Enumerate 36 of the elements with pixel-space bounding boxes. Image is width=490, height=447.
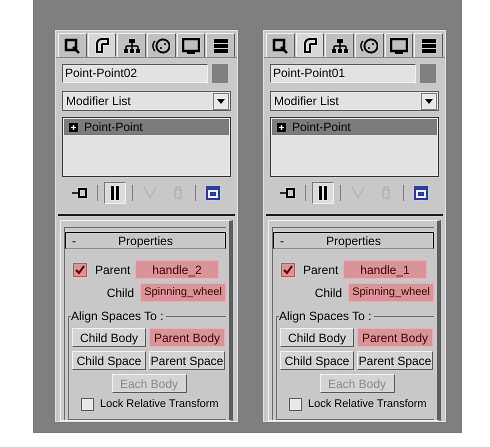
collapse-toggle[interactable]: - xyxy=(274,232,290,250)
align-button[interactable]: Parent Body xyxy=(149,328,225,347)
dropdown-label: Modifier List xyxy=(273,93,340,110)
group-label: Align Spaces To : xyxy=(279,308,374,324)
rollout-header[interactable]: - Properties xyxy=(273,232,434,249)
parent-label: Parent xyxy=(303,262,340,278)
object-name-field[interactable]: Point-Point01 xyxy=(270,64,416,83)
parent-pick-button[interactable]: handle_1 xyxy=(343,260,427,279)
parent-label: Parent xyxy=(95,262,132,278)
align-button[interactable]: Child Space xyxy=(72,351,146,370)
lock-label: Lock Relative Transform xyxy=(100,397,219,412)
child-pick-button[interactable]: Spinning_wheel xyxy=(140,283,226,302)
dropdown-label: Modifier List xyxy=(65,93,132,110)
stack-item-label: Point-Point xyxy=(292,119,351,136)
align-button[interactable]: Child Body xyxy=(72,328,146,347)
rollout-title: Properties xyxy=(117,232,174,250)
stack-item-label: Point-Point xyxy=(84,119,143,136)
align-button[interactable]: Child Space xyxy=(280,351,354,370)
group-label: Align Spaces To : xyxy=(71,308,166,324)
rollout-header[interactable]: - Properties xyxy=(65,232,226,249)
child-label: Child xyxy=(106,284,136,302)
parent-pick-button[interactable]: handle_2 xyxy=(135,260,219,279)
stack-item[interactable]: Point-Point xyxy=(272,119,437,135)
align-button[interactable]: Parent Space xyxy=(149,351,225,370)
object-name-field[interactable]: Point-Point02 xyxy=(62,64,208,83)
child-label: Child xyxy=(314,284,344,302)
lock-label: Lock Relative Transform xyxy=(308,397,427,412)
align-button[interactable]: Parent Space xyxy=(357,351,433,370)
align-button[interactable]: Parent Body xyxy=(357,328,433,347)
child-pick-button[interactable]: Spinning_wheel xyxy=(348,283,434,302)
modifier-list-dropdown[interactable]: Modifier List xyxy=(270,91,439,111)
collapse-toggle[interactable]: - xyxy=(66,232,82,250)
rollout-title: Properties xyxy=(325,232,382,250)
align-button[interactable]: Child Body xyxy=(280,328,354,347)
stack-item[interactable]: Point-Point xyxy=(64,119,229,135)
modifier-list-dropdown[interactable]: Modifier List xyxy=(62,91,231,111)
